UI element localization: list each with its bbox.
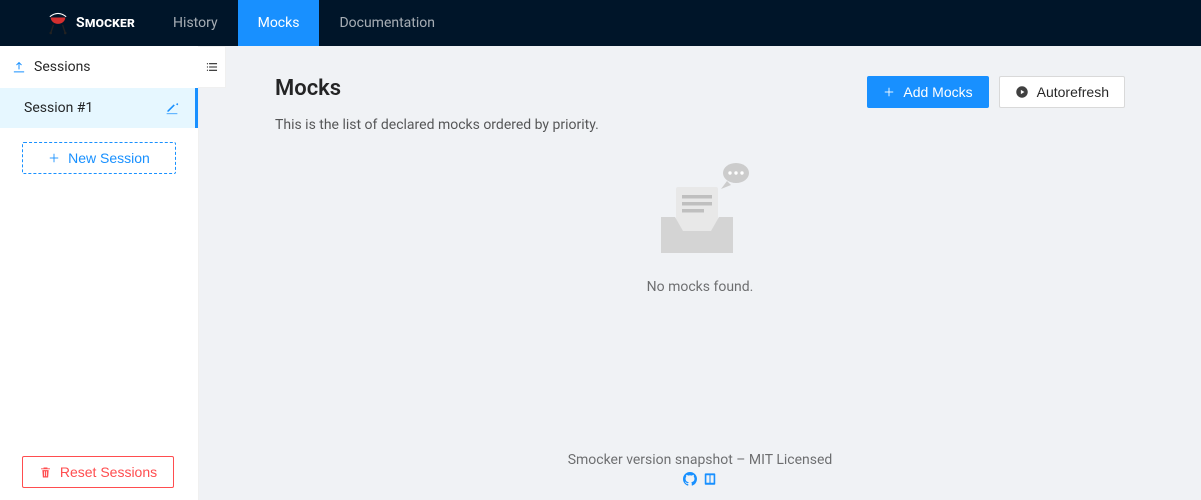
grill-icon <box>48 11 68 35</box>
title-wrap: Mocks This is the list of declared mocks… <box>275 76 599 133</box>
content: Mocks This is the list of declared mocks… <box>199 46 1201 444</box>
reset-sessions-button[interactable]: Reset Sessions <box>22 456 174 488</box>
session-item[interactable]: Session #1 <box>0 88 198 128</box>
new-session-label: New Session <box>68 150 150 166</box>
session-name: Session #1 <box>24 100 93 116</box>
session-list: Session #1 <box>0 88 198 128</box>
add-mocks-button[interactable]: Add Mocks <box>867 76 988 108</box>
app-layout: Sessions Session #1 New Session <box>0 46 1201 500</box>
reset-sessions-label: Reset Sessions <box>60 464 157 480</box>
plus-icon <box>883 86 895 98</box>
github-icon[interactable] <box>683 472 697 486</box>
nav-documentation[interactable]: Documentation <box>319 0 455 46</box>
sidebar-footer: Reset Sessions <box>0 444 198 500</box>
autorefresh-button[interactable]: Autorefresh <box>999 76 1125 108</box>
page-description: This is the list of declared mocks order… <box>275 117 599 133</box>
new-session-button[interactable]: New Session <box>22 142 176 174</box>
play-circle-icon <box>1015 85 1029 99</box>
footer-links <box>199 472 1201 486</box>
edit-icon[interactable] <box>165 101 179 115</box>
empty-state: No mocks found. <box>275 133 1125 444</box>
sidebar: Sessions Session #1 New Session <box>0 46 199 500</box>
sidebar-header: Sessions <box>0 46 198 88</box>
nav-label: Mocks <box>258 15 300 31</box>
content-header: Mocks This is the list of declared mocks… <box>275 76 1125 133</box>
autorefresh-label: Autorefresh <box>1037 84 1109 100</box>
page-title: Mocks <box>275 76 599 101</box>
app-header: Smocker History Mocks Documentation <box>0 0 1201 46</box>
page-actions: Add Mocks Autorefresh <box>867 76 1125 108</box>
footer-text: Smocker version snapshot – MIT Licensed <box>199 452 1201 468</box>
plus-icon <box>48 152 60 164</box>
footer: Smocker version snapshot – MIT Licensed <box>199 444 1201 500</box>
brand-name: Smocker <box>76 15 135 31</box>
empty-message: No mocks found. <box>647 279 754 295</box>
empty-inbox-icon <box>645 159 755 259</box>
nav-label: Documentation <box>339 15 435 31</box>
list-icon <box>205 60 219 74</box>
upload-icon[interactable] <box>12 60 26 74</box>
nav-mocks[interactable]: Mocks <box>238 0 320 46</box>
nav-history[interactable]: History <box>153 0 238 46</box>
sidebar-title: Sessions <box>34 59 91 75</box>
main-nav: History Mocks Documentation <box>153 0 455 46</box>
brand-logo[interactable]: Smocker <box>0 11 153 35</box>
sidebar-toggle-button[interactable] <box>198 46 226 88</box>
trash-icon <box>39 466 52 479</box>
add-mocks-label: Add Mocks <box>903 84 972 100</box>
main-content: Mocks This is the list of declared mocks… <box>199 46 1201 500</box>
book-icon[interactable] <box>703 472 717 486</box>
nav-label: History <box>173 15 218 31</box>
